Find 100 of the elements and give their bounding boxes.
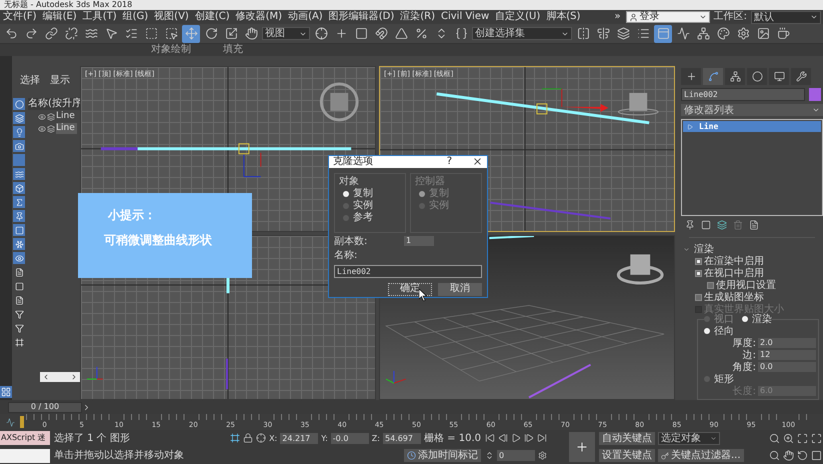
menu-item[interactable]: 组(G) xyxy=(122,11,150,23)
set-keys-button[interactable]: 设置关键点 xyxy=(599,449,655,462)
filter-button[interactable] xyxy=(13,322,25,334)
parameter-spinner[interactable]: 2.0 xyxy=(758,338,816,348)
horizontal-scrollbar[interactable] xyxy=(40,372,80,382)
coordinate-field[interactable]: 24.217 xyxy=(280,432,318,444)
menu-item[interactable]: 渲染(R) xyxy=(399,11,436,23)
object-name-field[interactable]: Line002 xyxy=(681,88,805,101)
radio-button[interactable] xyxy=(742,316,748,322)
radio-label: 复制 xyxy=(429,188,449,200)
radio-button[interactable] xyxy=(343,190,349,196)
filter-button[interactable] xyxy=(13,294,25,306)
filter-button[interactable] xyxy=(13,126,25,138)
ribbon-tab[interactable]: 对象绘制 xyxy=(150,44,192,56)
eye-icon xyxy=(38,124,46,132)
name-field[interactable]: Line002 xyxy=(334,264,482,278)
checkbox[interactable] xyxy=(707,282,714,289)
crosshair-icon xyxy=(314,27,328,40)
checkbox[interactable] xyxy=(695,270,702,277)
toolbar-dropdown[interactable]: 创建选择集 xyxy=(472,27,572,40)
maxscript-field[interactable]: AXScript 迷 xyxy=(0,431,50,446)
filter-button[interactable] xyxy=(13,210,25,222)
eye-icon xyxy=(14,254,24,262)
panel-tab[interactable] xyxy=(703,68,723,85)
parameter-spinner[interactable]: 12 xyxy=(758,350,816,360)
filter-button[interactable] xyxy=(13,98,25,110)
square-icon xyxy=(354,27,368,40)
wave-icon xyxy=(14,170,24,178)
filter-icon xyxy=(14,310,24,318)
panel-tab[interactable] xyxy=(769,68,789,85)
panel-tab[interactable] xyxy=(725,68,745,85)
copies-spinner[interactable]: 1 xyxy=(404,236,434,246)
filter-button[interactable] xyxy=(13,308,25,320)
workspace-dropdown[interactable]: 默认 xyxy=(751,10,821,24)
dialog-button[interactable]: 确定 xyxy=(388,282,432,296)
filter-button[interactable] xyxy=(13,238,25,250)
coordinate-field[interactable]: 54.697 xyxy=(382,432,421,444)
caret-icon xyxy=(698,13,707,21)
coordinate-field[interactable]: -0.0 xyxy=(330,432,369,444)
filter-button[interactable] xyxy=(13,168,25,180)
layers-icon xyxy=(717,220,727,230)
object-color-swatch[interactable] xyxy=(809,88,821,101)
filter-button[interactable] xyxy=(13,266,25,278)
modifier-list-dropdown[interactable]: 修改器列表 xyxy=(681,104,823,116)
add-time-tag-button[interactable]: 添加时间标记 xyxy=(404,449,481,462)
ribbon-tab[interactable]: 填充 xyxy=(222,44,244,56)
scene-item[interactable]: Line xyxy=(56,111,77,122)
snowflake-icon xyxy=(14,240,24,248)
next-frame-icon xyxy=(524,433,534,444)
toolbar-button[interactable] xyxy=(182,24,200,42)
layout-button[interactable] xyxy=(0,386,12,398)
checkbox[interactable] xyxy=(695,258,702,265)
filter-button[interactable] xyxy=(13,140,25,152)
parameter-spinner[interactable]: 0.0 xyxy=(758,362,816,372)
login-dropdown[interactable]: 登录 xyxy=(626,11,710,23)
radio-label: 复制 xyxy=(353,188,373,200)
frame-field[interactable]: 0 xyxy=(497,450,535,462)
panel-tab[interactable] xyxy=(791,68,811,85)
menu-item[interactable]: 创建(C) xyxy=(194,11,231,23)
key-mode-dropdown[interactable]: 选定对象 xyxy=(658,432,720,445)
menu-item[interactable]: 修改器(M) xyxy=(234,11,284,23)
filter-button[interactable] xyxy=(13,336,25,348)
menu-item[interactable]: 视图(V) xyxy=(153,11,190,23)
help-button[interactable]: ? xyxy=(446,156,452,168)
scene-item[interactable]: Line xyxy=(56,123,77,134)
dialog-button[interactable]: 取消 xyxy=(438,282,482,296)
checkbox-label: 在渲染中启用 xyxy=(704,256,764,268)
filter-button[interactable] xyxy=(13,112,25,124)
menu-item[interactable]: 工具(T) xyxy=(82,11,118,23)
menu-item[interactable]: 动画(A) xyxy=(287,11,324,23)
explorer-tab[interactable]: 选择 xyxy=(20,74,40,86)
explorer-tab[interactable]: 显示 xyxy=(50,74,70,86)
auto-key-button[interactable]: 自动关键点 xyxy=(599,432,655,445)
filter-button[interactable] xyxy=(13,252,25,264)
frame-icon xyxy=(14,338,24,346)
close-button[interactable] xyxy=(472,156,483,168)
filter-button[interactable] xyxy=(13,182,25,194)
key-filters-button[interactable]: 关键点过滤器... xyxy=(658,449,744,462)
radio-button[interactable] xyxy=(704,328,710,334)
parameter-label: 角度: xyxy=(732,362,756,374)
menu-item[interactable]: 自定义(U) xyxy=(494,11,542,23)
toolbar-button[interactable] xyxy=(654,24,672,42)
extents-all-icon xyxy=(811,433,822,444)
panel-tab[interactable] xyxy=(681,68,701,85)
eye-icon xyxy=(38,112,46,120)
menu-item[interactable]: Civil View xyxy=(440,11,490,23)
menu-item[interactable]: 脚本(S) xyxy=(545,11,582,23)
rollout-header[interactable]: 渲染 xyxy=(683,244,823,255)
menu-item[interactable]: 文件(F) xyxy=(2,11,38,23)
time-marker[interactable] xyxy=(20,416,24,428)
set-key-button[interactable] xyxy=(569,432,595,462)
stack-item[interactable]: Line xyxy=(683,121,821,132)
checkbox[interactable] xyxy=(695,294,702,301)
toolbar-dropdown[interactable]: 视图 xyxy=(262,27,310,40)
panel-tab[interactable] xyxy=(747,68,767,85)
filter-button[interactable] xyxy=(13,280,25,292)
menu-item[interactable]: 图形编辑器(D) xyxy=(328,11,396,23)
time-slider-thumb[interactable]: 0 / 100 xyxy=(8,402,82,412)
menu-overflow[interactable]: » xyxy=(614,11,622,23)
menu-item[interactable]: 编辑(E) xyxy=(42,11,78,23)
